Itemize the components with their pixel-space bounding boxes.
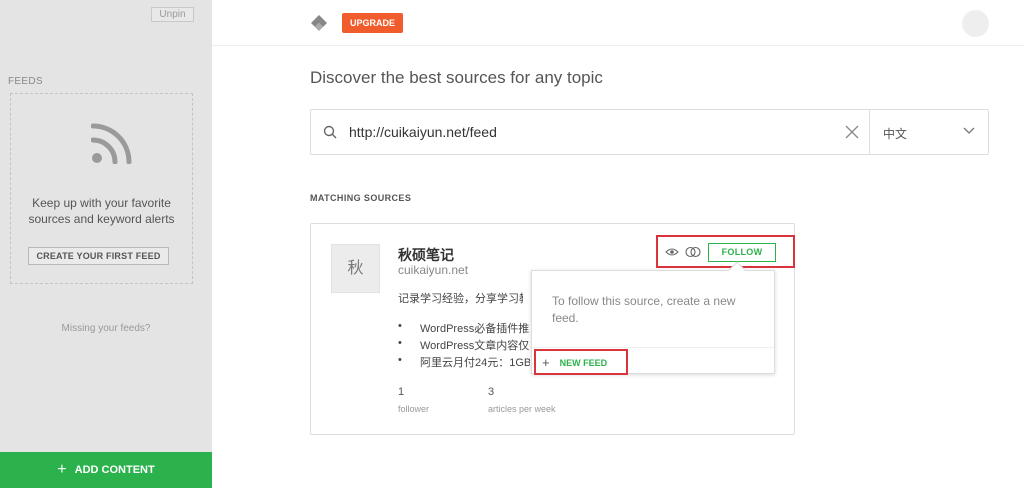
source-avatar: 秋 xyxy=(331,244,380,293)
search-input[interactable] xyxy=(349,122,829,142)
eye-icon[interactable] xyxy=(665,247,679,257)
rss-icon xyxy=(91,123,132,164)
upgrade-button[interactable]: UPGRADE xyxy=(342,13,403,33)
popover-divider xyxy=(532,347,774,348)
recent-articles-list: • WordPress必备插件推 • WordPress文章内容仅 • 阿里云月付24… xyxy=(398,320,530,371)
add-content-button[interactable]: + ADD CONTENT xyxy=(0,452,212,488)
feeds-heading: FEEDS xyxy=(8,76,43,87)
feeds-empty-state: Keep up with your favorite sources and k… xyxy=(10,93,193,284)
add-content-label: ADD CONTENT xyxy=(74,464,155,476)
chevron-down-icon[interactable] xyxy=(963,127,975,135)
language-select[interactable]: 中文 xyxy=(883,125,907,142)
source-domain: cuikaiyun.net xyxy=(398,263,469,277)
new-feed-button[interactable]: + NEW FEED xyxy=(542,355,607,370)
feeds-empty-message: Keep up with your favorite sources and k… xyxy=(28,196,175,226)
user-avatar[interactable] xyxy=(962,10,989,37)
articles-per-week-label: articles per week xyxy=(488,404,556,414)
new-feed-highlight: + NEW FEED xyxy=(534,349,628,375)
list-item[interactable]: • WordPress必备插件推 xyxy=(398,320,530,337)
missing-feeds-link[interactable]: Missing your feeds? xyxy=(0,323,212,334)
clear-icon[interactable] xyxy=(845,125,859,139)
matching-sources-heading: MATCHING SOURCES xyxy=(310,193,412,203)
new-feed-label: NEW FEED xyxy=(559,358,608,368)
page-title: Discover the best sources for any topic xyxy=(310,68,603,87)
create-first-feed-button[interactable]: CREATE YOUR FIRST FEED xyxy=(28,247,169,265)
unpin-button[interactable]: Unpin xyxy=(151,7,194,22)
followers-count: 1 xyxy=(398,386,405,398)
search-divider xyxy=(869,110,870,154)
source-description: 记录学习经验，分享学习教 xyxy=(398,293,523,305)
feedly-logo-icon[interactable] xyxy=(310,14,328,32)
source-actions: FOLLOW xyxy=(656,235,795,268)
top-header: UPGRADE xyxy=(212,0,1024,46)
follow-button[interactable]: FOLLOW xyxy=(708,243,776,262)
compare-rings-icon[interactable] xyxy=(685,246,701,258)
source-title[interactable]: 秋硕笔记 xyxy=(398,245,454,265)
followers-label: follower xyxy=(398,404,430,414)
sidebar: Unpin FEEDS Keep up with your favorite s… xyxy=(0,0,212,488)
popover-message: To follow this source, create a new feed… xyxy=(552,294,736,325)
list-item[interactable]: • 阿里云月付24元：1GB xyxy=(398,354,530,371)
search-icon xyxy=(323,125,337,139)
search-bar: 中文 xyxy=(310,109,989,155)
articles-per-week-count: 3 xyxy=(488,386,495,398)
plus-icon: + xyxy=(542,355,550,370)
list-item[interactable]: • WordPress文章内容仅 xyxy=(398,337,530,354)
plus-icon: + xyxy=(57,461,67,478)
